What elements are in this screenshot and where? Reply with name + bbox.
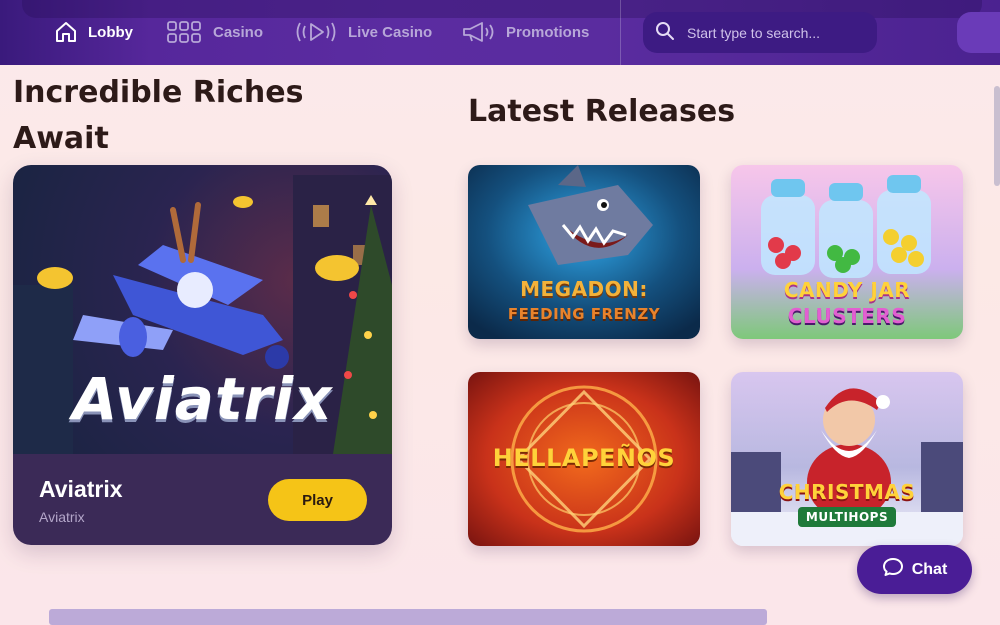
nav-label-live-casino: Live Casino (348, 23, 433, 41)
game-tile-christmas-multihops[interactable]: CHRISTMAS MULTIHOPS (731, 372, 963, 546)
nav-item-lobby[interactable]: Lobby (54, 18, 133, 46)
top-nav-bar: Lobby Casino Live Casino Promotions Star… (0, 0, 1000, 65)
nav-label-promotions: Promotions (506, 23, 590, 41)
featured-game-info: Aviatrix Aviatrix Play (13, 454, 392, 545)
search-box[interactable] (643, 12, 877, 53)
search-input[interactable] (687, 24, 867, 41)
christmas-title-line2: MULTIHOPS (731, 507, 963, 527)
megadon-title-line2: FEEDING FRENZY (507, 305, 661, 323)
nav-divider (620, 0, 621, 65)
hellapenos-title: HELLAPEÑOS (492, 444, 676, 472)
nav-item-live-casino[interactable]: Live Casino (294, 18, 432, 46)
grid-icon (167, 20, 203, 44)
home-icon (54, 20, 78, 44)
featured-game-card[interactable]: Aviatrix Aviatrix Aviatrix Play (13, 165, 392, 545)
christmas-title-line1: CHRISTMAS (778, 480, 916, 504)
live-play-icon (294, 20, 338, 44)
nav-label-casino: Casino (213, 23, 264, 41)
megaphone-icon (462, 20, 496, 44)
featured-game-artwork: Aviatrix (13, 165, 392, 454)
featured-game-logo: Aviatrix (72, 365, 333, 433)
play-button[interactable]: Play (268, 479, 367, 521)
search-icon (655, 21, 675, 45)
chat-label: Chat (911, 560, 948, 578)
featured-heading: Incredible Riches Await (13, 75, 304, 156)
game-tile-hellapenos[interactable]: HELLAPEÑOS (468, 372, 700, 546)
featured-game-provider: Aviatrix (39, 509, 85, 525)
candy-jar-title-line2: CLUSTERS (787, 304, 907, 328)
chat-button[interactable]: Chat (857, 545, 972, 594)
candy-jar-title-line1: CANDY JAR (783, 278, 911, 302)
chat-bubble-icon (882, 556, 904, 583)
game-tile-candy-jar[interactable]: CANDY JAR CLUSTERS (731, 165, 963, 339)
latest-releases-heading: Latest Releases (468, 94, 736, 129)
nav-label-lobby: Lobby (88, 23, 133, 41)
nav-item-promotions[interactable]: Promotions (462, 18, 589, 46)
account-button[interactable] (957, 12, 1000, 53)
featured-game-name: Aviatrix (39, 476, 123, 502)
megadon-title-line1: MEGADON: (520, 277, 648, 301)
nav-item-casino[interactable]: Casino (167, 18, 263, 46)
horizontal-scrollbar[interactable] (49, 609, 767, 625)
game-tile-megadon[interactable]: MEGADON: FEEDING FRENZY (468, 165, 700, 339)
christmas-subtitle-badge: MULTIHOPS (797, 507, 897, 527)
vertical-scrollbar[interactable] (994, 86, 1000, 186)
